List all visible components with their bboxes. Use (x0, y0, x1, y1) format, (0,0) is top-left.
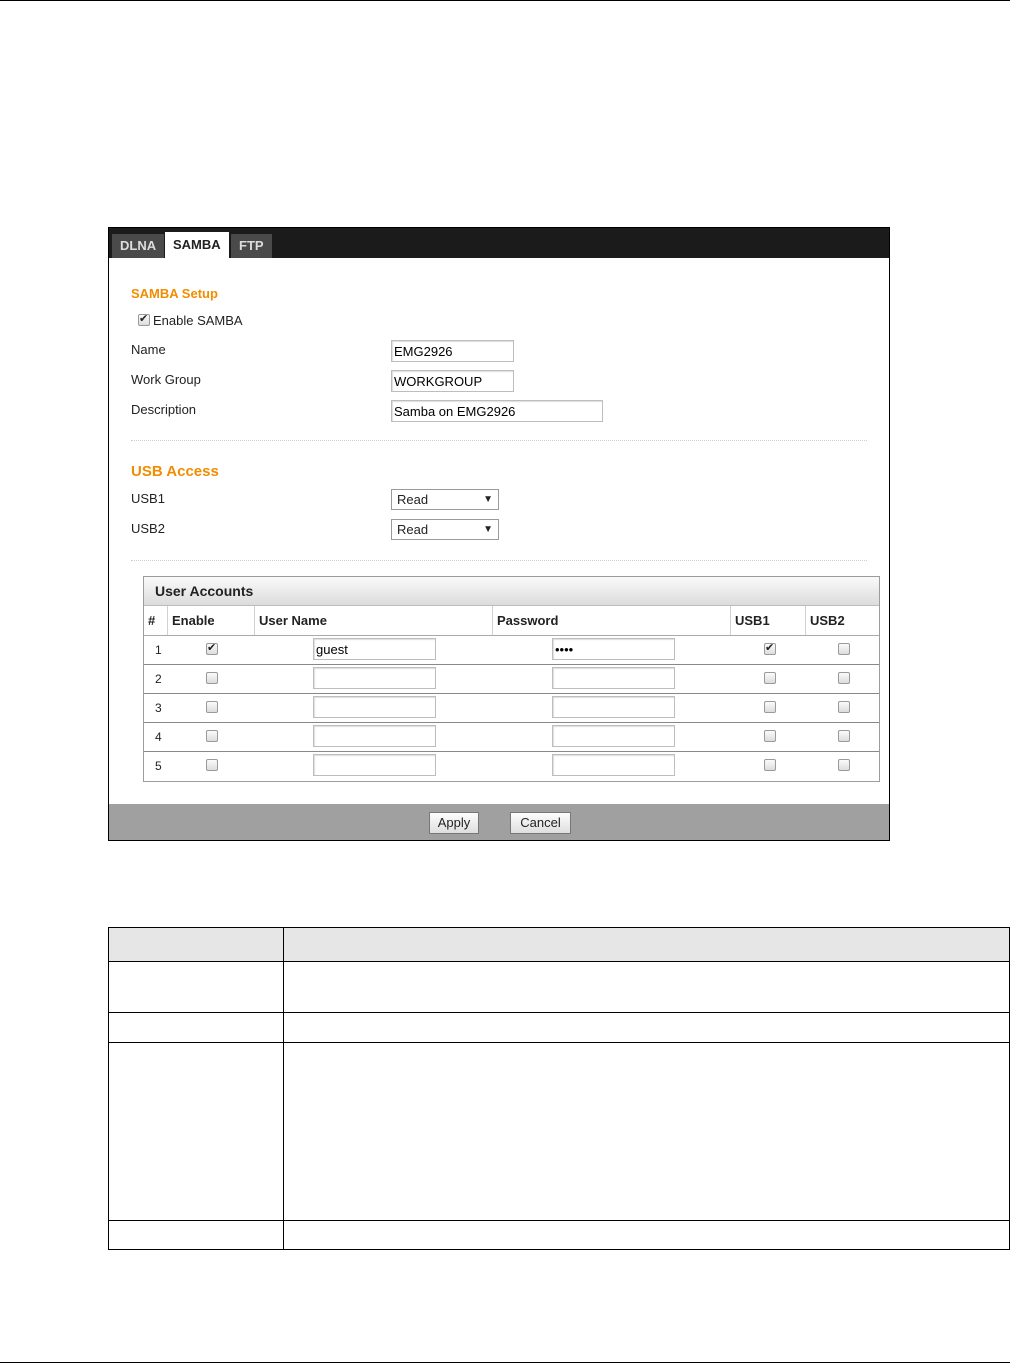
description-input[interactable] (391, 400, 603, 422)
tab-bar: DLNA SAMBA FTP (109, 228, 889, 258)
user-accounts-table: User Accounts # Enable User Name Passwor… (143, 576, 880, 782)
table-column-divider (283, 928, 284, 1249)
usb-access-title: USB Access (131, 463, 219, 480)
enable-samba-checkbox[interactable] (138, 312, 150, 326)
table-row: 1 (144, 636, 879, 665)
samba-setup-title: SAMBA Setup (131, 286, 218, 301)
row-number: 5 (155, 759, 162, 773)
section-divider (131, 560, 867, 561)
table-row-divider (109, 1220, 1009, 1221)
row-number: 1 (155, 643, 162, 657)
column-header-usb2: USB2 (810, 613, 845, 628)
usb2-checkbox[interactable] (838, 701, 850, 713)
tab-samba[interactable]: SAMBA (165, 232, 229, 258)
password-input[interactable] (552, 725, 675, 747)
page-top-rule (0, 0, 1010, 1)
samba-settings-panel: DLNA SAMBA FTP SAMBA Setup Enable SAMBA … (108, 227, 890, 841)
column-header-number: # (144, 606, 168, 635)
table-row-divider (109, 1042, 1009, 1043)
username-input[interactable] (313, 754, 436, 776)
user-accounts-header: User Accounts (144, 577, 879, 606)
usb1-select-value: Read (397, 492, 429, 507)
usb1-checkbox[interactable] (764, 701, 776, 713)
usb1-checkbox[interactable] (764, 672, 776, 684)
column-header-password: Password (493, 606, 731, 635)
tab-ftp[interactable]: FTP (231, 234, 272, 258)
chevron-down-icon: ▼ (483, 494, 493, 505)
usb2-checkbox[interactable] (838, 759, 850, 771)
name-label: Name (131, 342, 166, 357)
password-input[interactable] (552, 754, 675, 776)
user-accounts-title: User Accounts (155, 583, 254, 599)
description-table-header (109, 928, 1009, 962)
row-number: 3 (155, 701, 162, 715)
cancel-button[interactable]: Cancel (510, 812, 571, 834)
enable-checkbox[interactable] (206, 641, 218, 655)
row-number: 4 (155, 730, 162, 744)
password-input[interactable] (552, 696, 675, 718)
section-divider (131, 440, 867, 441)
usb2-checkbox[interactable] (838, 730, 850, 742)
username-input[interactable] (313, 696, 436, 718)
tab-dlna[interactable]: DLNA (112, 234, 165, 258)
chevron-down-icon: ▼ (483, 524, 493, 535)
table-row: 4 (144, 723, 879, 752)
username-input[interactable] (313, 667, 436, 689)
usb1-checkbox[interactable] (764, 759, 776, 771)
page-bottom-rule (0, 1362, 1010, 1363)
usb2-select-value: Read (397, 522, 429, 537)
table-row-divider (109, 1012, 1009, 1013)
table-row: 3 (144, 694, 879, 723)
workgroup-label: Work Group (131, 372, 201, 387)
usb1-checkbox[interactable] (764, 641, 776, 655)
row-number: 2 (155, 672, 162, 686)
enable-checkbox[interactable] (206, 759, 218, 771)
column-header-enable: Enable (168, 606, 255, 635)
table-row: 5 (144, 752, 879, 781)
column-header-user-name: User Name (255, 606, 493, 635)
column-header-usb1: USB1 (731, 606, 806, 635)
description-table (108, 927, 1010, 1250)
usb2-checkbox[interactable] (838, 643, 850, 655)
enable-checkbox[interactable] (206, 701, 218, 713)
usb2-checkbox[interactable] (838, 672, 850, 684)
usb1-select[interactable]: Read ▼ (391, 489, 499, 510)
enable-checkbox[interactable] (206, 730, 218, 742)
username-input[interactable] (313, 725, 436, 747)
enable-samba-label: Enable SAMBA (153, 313, 243, 328)
table-row: 2 (144, 665, 879, 694)
username-input[interactable] (313, 638, 436, 660)
usb1-label: USB1 (131, 491, 165, 506)
description-label: Description (131, 402, 197, 417)
usb2-label: USB2 (131, 521, 165, 536)
name-input[interactable] (391, 340, 514, 362)
action-bar: Apply Cancel (109, 804, 889, 840)
workgroup-input[interactable] (391, 370, 514, 392)
usb1-checkbox[interactable] (764, 730, 776, 742)
enable-checkbox[interactable] (206, 672, 218, 684)
apply-button[interactable]: Apply (429, 812, 479, 834)
table-header-row: # Enable User Name Password USB1 USB2 (144, 606, 879, 636)
password-input[interactable] (552, 638, 675, 660)
usb2-select[interactable]: Read ▼ (391, 519, 499, 540)
password-input[interactable] (552, 667, 675, 689)
